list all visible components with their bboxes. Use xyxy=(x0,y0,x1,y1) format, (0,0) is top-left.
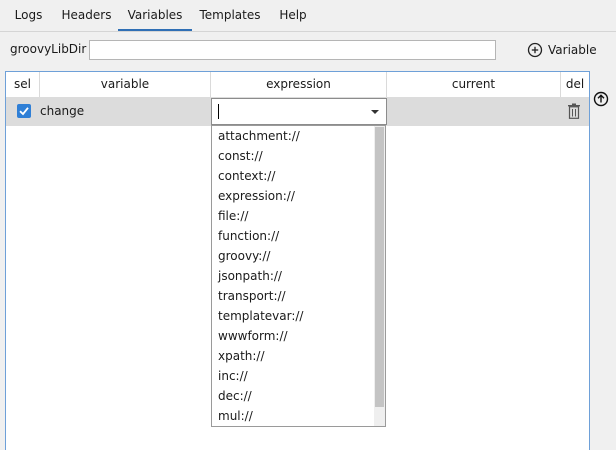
dropdown-option[interactable]: const:// xyxy=(212,146,385,166)
dropdown-option[interactable]: inc:// xyxy=(212,366,385,386)
tab-bar: Logs Headers Variables Templates Help xyxy=(0,0,616,32)
tab-help[interactable]: Help xyxy=(268,0,318,31)
dropdown-options: attachment://const://context://expressio… xyxy=(212,126,385,426)
trash-icon[interactable] xyxy=(567,103,581,119)
dropdown-option[interactable]: groovy:// xyxy=(212,246,385,266)
table-header: sel variable expression current del xyxy=(6,72,589,98)
combobox-dropdown-button[interactable] xyxy=(364,99,386,124)
expression-combobox[interactable] xyxy=(211,98,387,125)
column-header-variable[interactable]: variable xyxy=(40,72,211,97)
groovy-lib-dir-input[interactable] xyxy=(89,40,496,60)
variable-name[interactable]: change xyxy=(40,104,84,118)
dropdown-option[interactable]: mul:// xyxy=(212,406,385,426)
dropdown-option[interactable]: jsonpath:// xyxy=(212,266,385,286)
column-header-sel[interactable]: sel xyxy=(6,72,40,97)
tab-logs[interactable]: Logs xyxy=(2,0,55,31)
dropdown-option[interactable]: transport:// xyxy=(212,286,385,306)
column-header-expression[interactable]: expression xyxy=(211,72,387,97)
dropdown-option[interactable]: expression:// xyxy=(212,186,385,206)
table-row[interactable]: change xyxy=(6,97,589,126)
chevron-down-icon xyxy=(371,110,379,114)
tab-variables[interactable]: Variables xyxy=(118,0,192,31)
dropdown-option[interactable]: templatevar:// xyxy=(212,306,385,326)
dropdown-option[interactable]: context:// xyxy=(212,166,385,186)
dropdown-scrollbar-thumb[interactable] xyxy=(375,127,384,407)
text-caret xyxy=(218,104,219,119)
dropdown-option[interactable]: file:// xyxy=(212,206,385,226)
column-header-current[interactable]: current xyxy=(387,72,561,97)
expression-dropdown-list: attachment://const://context://expressio… xyxy=(211,125,386,427)
groovy-lib-dir-label: groovyLibDir xyxy=(10,42,87,56)
add-variable-label: Variable xyxy=(548,43,597,57)
checkmark-icon xyxy=(19,107,29,116)
dropdown-option[interactable]: dec:// xyxy=(212,386,385,406)
column-header-del[interactable]: del xyxy=(561,72,589,97)
add-variable-button[interactable]: Variable xyxy=(527,41,597,59)
dropdown-scrollbar[interactable] xyxy=(374,126,385,426)
dropdown-option[interactable]: function:// xyxy=(212,226,385,246)
tab-templates[interactable]: Templates xyxy=(192,0,268,31)
row-select-checkbox[interactable] xyxy=(17,104,31,118)
dropdown-option[interactable]: wwwform:// xyxy=(212,326,385,346)
dropdown-option[interactable]: xpath:// xyxy=(212,346,385,366)
tab-headers[interactable]: Headers xyxy=(55,0,118,31)
move-up-icon[interactable] xyxy=(593,91,609,107)
plus-circle-icon xyxy=(527,42,543,58)
dropdown-option[interactable]: attachment:// xyxy=(212,126,385,146)
